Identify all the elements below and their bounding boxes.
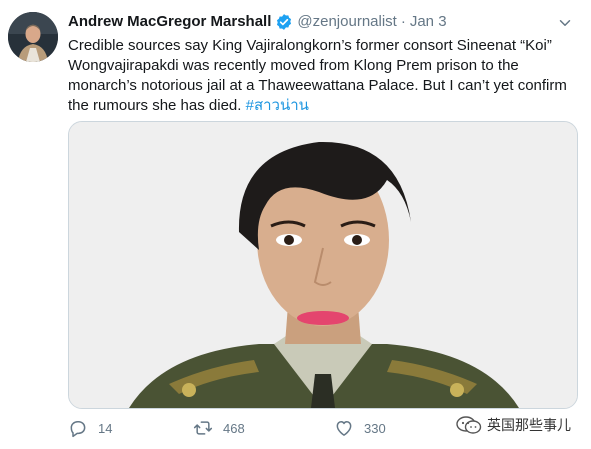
tweet-card: Andrew MacGregor Marshall @zenjournalist… xyxy=(0,0,591,449)
avatar-image xyxy=(8,12,58,62)
retweet-count: 468 xyxy=(223,420,245,436)
tweet-content: Andrew MacGregor Marshall @zenjournalist… xyxy=(68,12,578,116)
heart-icon xyxy=(336,421,352,436)
author-handle[interactable]: @zenjournalist xyxy=(297,12,396,32)
separator-dot: · xyxy=(400,13,406,30)
tweet-photo[interactable] xyxy=(68,121,578,409)
chevron-down-icon[interactable] xyxy=(556,14,574,32)
tweet-body: Credible sources say King Vajiralongkorn… xyxy=(68,37,567,114)
watermark-text: 英国那些事儿 xyxy=(487,417,571,433)
reply-count: 14 xyxy=(98,420,113,436)
author-name[interactable]: Andrew MacGregor Marshall xyxy=(68,12,271,32)
hashtag-link[interactable]: #สาวน่าน xyxy=(246,97,309,114)
portrait-photo xyxy=(69,122,577,408)
like-button[interactable]: 330 xyxy=(334,417,386,439)
watermark: 英国那些事儿 xyxy=(456,415,571,435)
tweet-header: Andrew MacGregor Marshall @zenjournalist… xyxy=(68,12,578,32)
tweet-text: Credible sources say King Vajiralongkorn… xyxy=(68,36,574,116)
reply-icon xyxy=(70,421,86,438)
reply-button[interactable]: 14 xyxy=(68,417,112,439)
like-count: 330 xyxy=(364,420,386,436)
wechat-icon xyxy=(456,416,482,434)
retweet-icon xyxy=(193,421,213,435)
tweet-date[interactable]: Jan 3 xyxy=(410,12,447,32)
retweet-button[interactable]: 468 xyxy=(193,417,245,439)
verified-badge-icon xyxy=(277,14,292,30)
avatar[interactable] xyxy=(8,12,58,62)
